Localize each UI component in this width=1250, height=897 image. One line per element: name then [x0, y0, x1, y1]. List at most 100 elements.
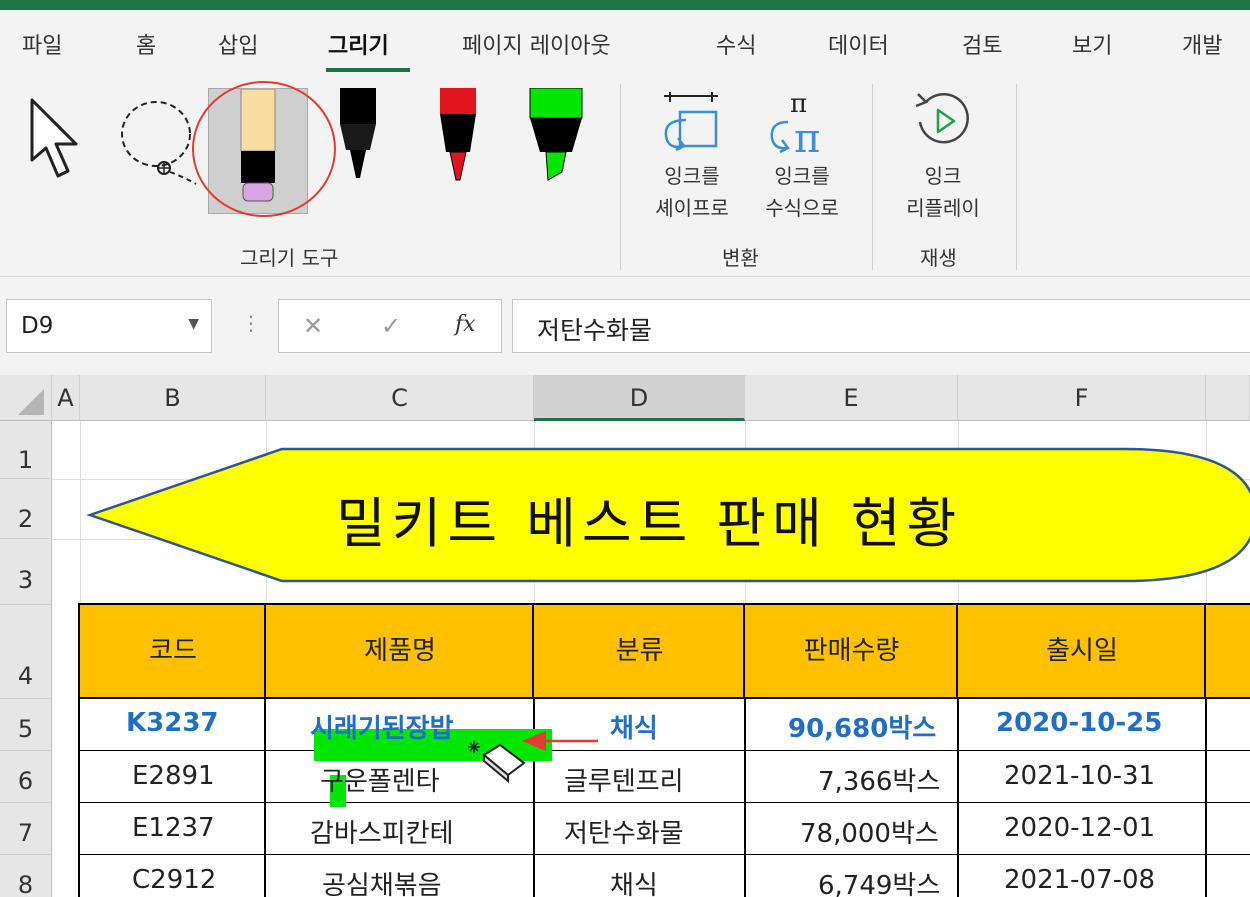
- table-border: [78, 750, 1250, 751]
- table-border: [744, 697, 746, 897]
- table-cell[interactable]: 구운폴렌타: [320, 761, 440, 798]
- tab-file[interactable]: 파일: [22, 28, 62, 60]
- more-options-icon[interactable]: ⋮: [241, 311, 261, 335]
- row-header-6[interactable]: 6: [0, 751, 52, 803]
- row-header-2[interactable]: 2: [0, 479, 52, 539]
- tab-review[interactable]: 검토: [962, 28, 1002, 60]
- formula-value: 저탄수화물: [537, 316, 653, 345]
- ink-to-math-label-1: 잉크를: [774, 164, 830, 188]
- group-label-draw-tools: 그리기 도구: [240, 246, 339, 270]
- table-border: [957, 697, 959, 897]
- column-header-c[interactable]: C: [266, 375, 534, 421]
- row-header-1[interactable]: 1: [0, 421, 52, 479]
- table-cell[interactable]: E2891: [132, 761, 215, 791]
- ribbon-draw: 그리기 도구 잉크를 셰이프로 π π 잉크를 수식으로 변환 잉크 리플레이 …: [0, 76, 1250, 277]
- banner-title: 밀키트 베스트 판매 현황: [336, 492, 963, 555]
- table-cell[interactable]: 채식: [610, 708, 658, 745]
- table-header-overflow[interactable]: [1204, 603, 1250, 699]
- enter-check-icon[interactable]: ✓: [381, 312, 401, 340]
- column-header-d[interactable]: D: [534, 375, 745, 421]
- ink-to-shape-label-1: 잉크를: [664, 164, 720, 188]
- name-box[interactable]: D9 ▼: [6, 299, 212, 353]
- ink-to-shape-label-2: 셰이프로: [655, 196, 729, 220]
- column-header-b[interactable]: B: [80, 375, 266, 421]
- ink-to-math-icon[interactable]: π π: [766, 88, 836, 158]
- tab-view[interactable]: 보기: [1072, 28, 1112, 60]
- row-header-8[interactable]: 8: [0, 855, 52, 897]
- pen-black-icon[interactable]: [336, 88, 380, 184]
- tab-data[interactable]: 데이터: [828, 28, 889, 60]
- table-header-code[interactable]: 코드: [78, 603, 268, 699]
- table-border: [1205, 697, 1207, 897]
- table-cell[interactable]: 2021-07-08: [1004, 865, 1155, 895]
- group-label-replay: 재생: [920, 246, 957, 270]
- row-header-4[interactable]: 4: [0, 605, 52, 699]
- row-header-5[interactable]: 5: [0, 699, 52, 751]
- tab-draw[interactable]: 그리기: [328, 28, 389, 60]
- table-cell[interactable]: 2021-10-31: [1004, 761, 1155, 791]
- formula-input[interactable]: 저탄수화물: [512, 299, 1250, 353]
- annotation-red-circle: [192, 81, 336, 217]
- pen-red-icon[interactable]: [436, 88, 480, 184]
- tab-page-layout[interactable]: 페이지 레이아웃: [462, 28, 611, 60]
- table-cell[interactable]: 90,680박스: [788, 708, 936, 745]
- svg-text:π: π: [794, 116, 820, 158]
- group-separator: [872, 84, 873, 270]
- table-cell[interactable]: 채식: [610, 865, 658, 897]
- tab-home[interactable]: 홈: [136, 28, 156, 60]
- svg-text:π: π: [790, 89, 807, 119]
- table-header-category[interactable]: 분류: [532, 603, 747, 699]
- table-border: [78, 697, 80, 897]
- table-cell[interactable]: 2020-12-01: [1004, 813, 1155, 843]
- select-all-corner[interactable]: [0, 375, 52, 421]
- highlighter-green-icon[interactable]: [526, 88, 586, 184]
- ink-to-shape-icon[interactable]: [658, 90, 724, 156]
- active-tab-indicator: [326, 68, 410, 72]
- ink-replay-icon[interactable]: [912, 88, 974, 152]
- table-cell[interactable]: C2912: [132, 865, 216, 895]
- tab-formulas[interactable]: 수식: [716, 28, 756, 60]
- eraser-cursor-icon: [468, 741, 526, 784]
- tab-developer[interactable]: 개발: [1182, 28, 1222, 60]
- ink-replay-label-2: 리플레이: [906, 196, 980, 220]
- select-pointer-icon[interactable]: [26, 96, 92, 186]
- row-header-7[interactable]: 7: [0, 803, 52, 855]
- table-border: [264, 697, 266, 897]
- annotation-arrow-icon: [522, 731, 598, 751]
- insert-function-icon[interactable]: fx: [455, 312, 476, 337]
- table-cell[interactable]: 글루텐프리: [564, 761, 684, 798]
- ink-to-shape-button[interactable]: 잉크를 셰이프로: [640, 160, 744, 224]
- group-separator: [620, 84, 621, 270]
- table-cell[interactable]: 감바스피칸테: [310, 813, 454, 850]
- lasso-select-icon[interactable]: [116, 92, 200, 202]
- spreadsheet-grid: A B C D E F 1 2 3 4 5 6 7 8 밀키트 베스트 판매 현…: [0, 375, 1250, 897]
- tab-insert[interactable]: 삽입: [218, 28, 258, 60]
- group-label-convert: 변환: [722, 246, 759, 270]
- ink-replay-button[interactable]: 잉크 리플레이: [888, 160, 998, 224]
- cancel-icon[interactable]: ✕: [303, 312, 323, 340]
- column-header-a[interactable]: A: [52, 375, 80, 421]
- table-cell[interactable]: 7,366박스: [818, 761, 940, 798]
- column-header-e[interactable]: E: [745, 375, 958, 421]
- formula-controls: ✕ ✓ fx: [278, 299, 502, 353]
- table-cell[interactable]: K3237: [126, 708, 219, 738]
- table-header-product[interactable]: 제품명: [264, 603, 536, 699]
- table-header-quantity[interactable]: 판매수량: [743, 603, 960, 699]
- table-cell[interactable]: 시래기된장밥: [310, 708, 454, 745]
- table-border: [78, 854, 1250, 855]
- table-cell[interactable]: E1237: [132, 813, 215, 843]
- gridline: [80, 421, 81, 605]
- table-cell[interactable]: 2020-10-25: [996, 708, 1162, 738]
- table-cell[interactable]: 78,000박스: [800, 813, 939, 850]
- table-cell[interactable]: 공심채볶음: [322, 865, 442, 897]
- column-header-f[interactable]: F: [958, 375, 1206, 421]
- table-header-release-date[interactable]: 출시일: [956, 603, 1208, 699]
- ink-to-math-button[interactable]: 잉크를 수식으로: [750, 160, 854, 224]
- row-header-3[interactable]: 3: [0, 539, 52, 605]
- table-cell[interactable]: 6,749박스: [818, 865, 940, 897]
- chevron-down-icon[interactable]: ▼: [188, 316, 199, 332]
- name-box-value: D9: [21, 313, 54, 339]
- ribbon-tabs: 파일 홈 삽입 그리기 페이지 레이아웃 수식 데이터 검토 보기 개발: [0, 10, 1250, 76]
- table-cell[interactable]: 저탄수화물: [564, 813, 684, 850]
- column-header-g[interactable]: [1206, 375, 1250, 421]
